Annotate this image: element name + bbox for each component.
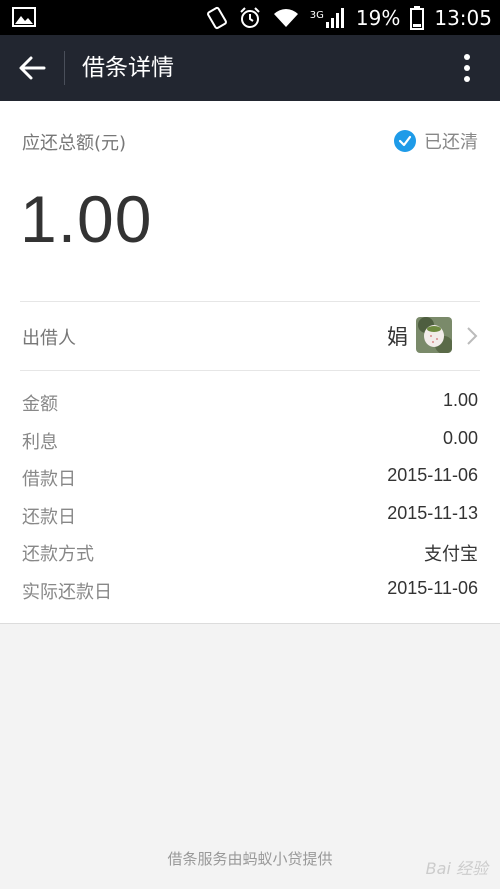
battery-percent: 19% <box>355 5 401 30</box>
detail-value: 2015-11-06 <box>387 465 478 486</box>
repayment-status: 已还清 <box>394 128 478 154</box>
loan-detail-card: 应还总额(元) 已还清 1.00 出借人 娟 金额 1.00 利息 0.00 借… <box>0 101 500 624</box>
detail-label: 借款日 <box>22 469 76 491</box>
app-toolbar: 借条详情 <box>0 35 500 101</box>
divider <box>20 370 480 371</box>
gallery-notification-icon <box>12 7 36 27</box>
signal-icon <box>325 7 344 28</box>
detail-value: 支付宝 <box>424 544 478 566</box>
detail-row-due-date: 还款日 2015-11-13 <box>0 496 500 534</box>
network-type: 3G <box>309 9 324 21</box>
watermark: Bai 经验 <box>425 859 488 878</box>
detail-label: 实际还款日 <box>22 581 112 603</box>
toolbar-divider <box>64 51 65 85</box>
lender-name: 娟 <box>387 325 408 349</box>
wifi-icon <box>273 8 298 27</box>
detail-value: 1.00 <box>442 390 478 410</box>
loan-details-list: 金额 1.00 利息 0.00 借款日 2015-11-06 还款日 2015-… <box>0 383 500 609</box>
status-text: 已还清 <box>424 132 478 153</box>
detail-row-interest: 利息 0.00 <box>0 421 500 459</box>
detail-row-amount: 金额 1.00 <box>0 383 500 421</box>
back-arrow-icon[interactable] <box>18 53 46 83</box>
lender-row[interactable]: 出借人 娟 <box>0 302 500 370</box>
detail-label: 金额 <box>22 394 58 415</box>
battery-icon <box>410 5 425 30</box>
detail-label: 还款日 <box>22 506 76 528</box>
page-title: 借条详情 <box>82 55 174 81</box>
status-bar: 3G 19% 13:05 <box>0 0 500 35</box>
detail-label: 利息 <box>22 431 58 453</box>
detail-value: 0.00 <box>442 427 478 448</box>
check-circle-icon <box>394 130 416 152</box>
total-due-label: 应还总额(元) <box>22 133 127 154</box>
lender-label: 出借人 <box>22 328 76 349</box>
avatar <box>416 317 452 353</box>
detail-value: 2015-11-06 <box>387 577 478 598</box>
total-due-amount: 1.00 <box>20 182 153 256</box>
detail-value: 2015-11-13 <box>387 502 478 523</box>
clock: 13:05 <box>434 5 492 30</box>
vibrate-icon <box>206 6 227 29</box>
more-options-icon[interactable] <box>462 53 472 83</box>
detail-label: 还款方式 <box>22 544 94 566</box>
detail-row-repay-method: 还款方式 支付宝 <box>0 533 500 571</box>
detail-row-loan-date: 借款日 2015-11-06 <box>0 458 500 496</box>
alarm-icon <box>240 6 260 28</box>
chevron-right-icon <box>467 327 478 345</box>
detail-row-actual-repay-date: 实际还款日 2015-11-06 <box>0 571 500 609</box>
